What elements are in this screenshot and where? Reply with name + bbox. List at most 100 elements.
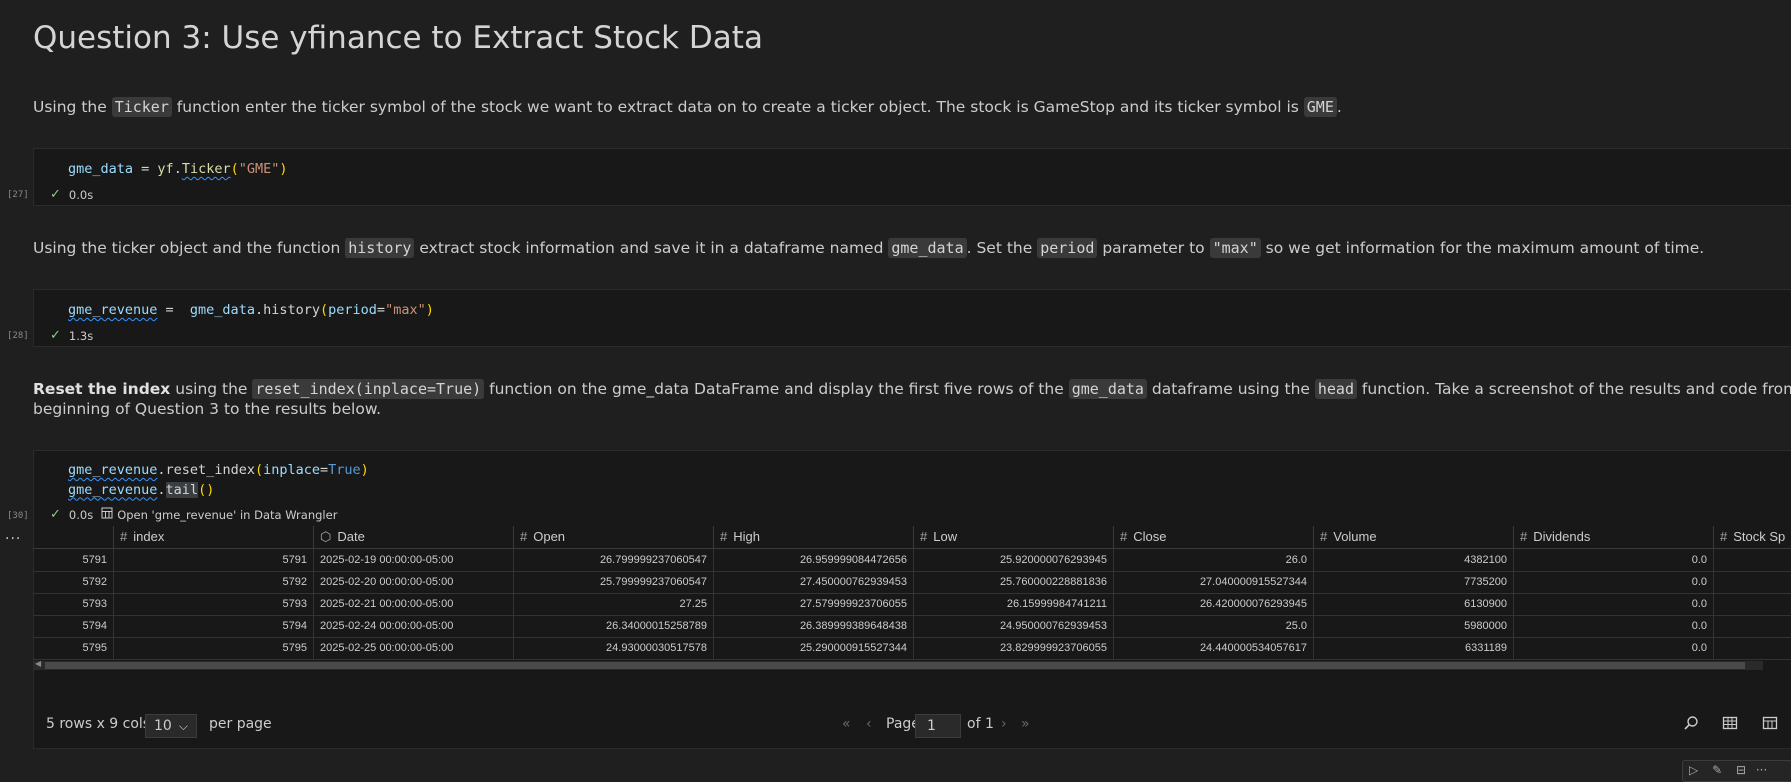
code-token: ( xyxy=(320,302,329,318)
page-number-input[interactable]: 1 xyxy=(915,714,961,738)
inline-code: Ticker xyxy=(111,97,172,117)
cell-volume: 6130900 xyxy=(1313,593,1513,615)
column-label: index xyxy=(133,529,165,544)
cell-high: 25.290000915527344 xyxy=(713,637,913,659)
cell-status: ✓ 0.0s Open 'gme_revenue' in Data Wrangl… xyxy=(50,507,337,522)
column-label: Volume xyxy=(1333,529,1377,544)
numeric-type-icon: # xyxy=(1720,529,1728,544)
column-header-dividends[interactable]: # Dividends xyxy=(1513,526,1708,548)
code-token: tail xyxy=(165,481,199,498)
paragraph-text: . Set the xyxy=(966,239,1038,257)
chevron-down-icon: ⌵ xyxy=(178,719,188,733)
scroll-left-icon[interactable]: ◀ xyxy=(35,659,41,668)
code-cell-27[interactable] xyxy=(33,148,1791,206)
cell-close: 24.440000534057617 xyxy=(1113,637,1313,659)
paragraph-text: dataframe using the xyxy=(1146,380,1315,398)
cell-volume: 5980000 xyxy=(1313,615,1513,637)
inline-code: gme_data xyxy=(1068,379,1147,399)
cell-date: 2025-02-21 00:00:00-05:00 xyxy=(313,593,513,615)
check-icon: ✓ xyxy=(50,187,61,202)
column-label: Low xyxy=(933,529,958,544)
code-token: "max" xyxy=(385,302,426,318)
code-token: = xyxy=(133,161,158,177)
previous-page-icon[interactable]: ‹ xyxy=(866,716,872,732)
cell-close: 27.040000915527344 xyxy=(1113,571,1313,593)
column-header-stock-splits[interactable]: # Stock Sp xyxy=(1713,526,1791,548)
search-icon[interactable] xyxy=(1683,715,1699,735)
cell-dividends: 0.0 xyxy=(1513,593,1713,615)
markdown-paragraph-reset-index: Reset the index using the reset_index(in… xyxy=(33,379,1791,399)
table-row: 5791 5791 2025-02-19 00:00:00-05:00 26.7… xyxy=(33,549,1791,572)
table-row: 5793 5793 2025-02-21 00:00:00-05:00 27.2… xyxy=(33,593,1791,616)
bold-text: Reset the index xyxy=(33,380,171,398)
execution-count: [27] xyxy=(7,190,29,200)
execution-time: 1.3s xyxy=(68,328,94,343)
cell-date: 2025-02-19 00:00:00-05:00 xyxy=(313,549,513,571)
cell-stock-splits xyxy=(1713,593,1791,615)
cell-open: 26.34000015258789 xyxy=(513,615,713,637)
code-token: . xyxy=(173,161,182,177)
paragraph-text: function. Take a screenshot of the resul… xyxy=(1356,380,1791,398)
execution-count: [28] xyxy=(7,331,29,341)
cell-date: 2025-02-25 00:00:00-05:00 xyxy=(313,637,513,659)
execution-time: 0.0s xyxy=(68,187,94,202)
numeric-type-icon: # xyxy=(720,529,728,544)
cell-toolbar[interactable]: ▷ ✎ ⊟ ··· xyxy=(1682,760,1791,782)
column-label: Stock Sp xyxy=(1733,529,1786,544)
numeric-type-icon: # xyxy=(1120,529,1128,544)
paragraph-text: parameter to xyxy=(1097,239,1210,257)
column-header-low[interactable]: # Low xyxy=(913,526,1108,548)
code-token: () xyxy=(198,481,215,498)
code-token: ( xyxy=(230,161,239,177)
column-header-date[interactable]: ⬡ Date xyxy=(313,526,508,548)
data-grid-icon[interactable] xyxy=(1762,715,1778,735)
code-token: . xyxy=(157,462,166,478)
code-token: yf xyxy=(157,161,174,177)
check-icon: ✓ xyxy=(50,328,61,343)
next-page-icon[interactable]: › xyxy=(1001,716,1007,732)
markdown-paragraph-history: Using the ticker object and the function… xyxy=(33,238,1704,258)
page-size-select[interactable]: 10 ⌵ xyxy=(145,714,197,738)
column-header-index[interactable]: # index xyxy=(113,526,308,548)
column-header-open[interactable]: # Open xyxy=(513,526,708,548)
last-page-icon[interactable]: » xyxy=(1021,716,1030,732)
horizontal-scrollbar[interactable]: ◀ xyxy=(33,659,1763,670)
cell-open: 24.93000030517578 xyxy=(513,637,713,659)
numeric-type-icon: # xyxy=(1320,529,1328,544)
first-page-icon[interactable]: « xyxy=(842,716,851,732)
page-size-value: 10 xyxy=(154,718,172,734)
cell-open: 25.799999237060547 xyxy=(513,571,713,593)
table-icon[interactable] xyxy=(1722,715,1738,735)
output-more-icon[interactable]: ··· xyxy=(5,531,21,547)
data-wrangler-link[interactable]: Open 'gme_revenue' in Data Wrangler xyxy=(101,507,337,522)
cell-status: ✓ 1.3s xyxy=(50,328,93,343)
code-token: inplace xyxy=(263,462,320,478)
check-icon: ✓ xyxy=(50,507,61,522)
inline-code: history xyxy=(345,238,415,258)
markdown-paragraph-ticker: Using the Ticker function enter the tick… xyxy=(33,97,1342,117)
cell-volume: 7735200 xyxy=(1313,571,1513,593)
cell-high: 27.450000762939453 xyxy=(713,571,913,593)
cell-dividends: 0.0 xyxy=(1513,571,1713,593)
cell-high: 26.959999084472656 xyxy=(713,549,913,571)
cell-date: 2025-02-20 00:00:00-05:00 xyxy=(313,571,513,593)
code-editor-27[interactable]: gme_data = yf.Ticker("GME") xyxy=(68,160,288,180)
code-editor-28[interactable]: gme_revenue = gme_data.history(period="m… xyxy=(68,301,434,321)
inline-code: head xyxy=(1314,379,1357,399)
numeric-type-icon: # xyxy=(520,529,528,544)
column-header-close[interactable]: # Close xyxy=(1113,526,1308,548)
code-token: . xyxy=(254,302,264,318)
inline-code: reset_index(inplace=True) xyxy=(252,379,485,399)
cell-dividends: 0.0 xyxy=(1513,637,1713,659)
markdown-paragraph-line2: beginning of Question 3 to the results b… xyxy=(33,400,382,418)
data-wrangler-label: Open 'gme_revenue' in Data Wrangler xyxy=(117,507,338,522)
scrollbar-thumb[interactable] xyxy=(45,662,1745,669)
execution-time: 0.0s xyxy=(68,507,94,522)
column-header-volume[interactable]: # Volume xyxy=(1313,526,1508,548)
execution-count: [30] xyxy=(7,511,29,521)
code-editor-30[interactable]: gme_revenue.reset_index(inplace=True) gm… xyxy=(68,461,369,500)
numeric-type-icon: # xyxy=(120,529,128,544)
cell-volume: 4382100 xyxy=(1313,549,1513,571)
cell-low: 24.950000762939453 xyxy=(913,615,1113,637)
column-header-high[interactable]: # High xyxy=(713,526,908,548)
